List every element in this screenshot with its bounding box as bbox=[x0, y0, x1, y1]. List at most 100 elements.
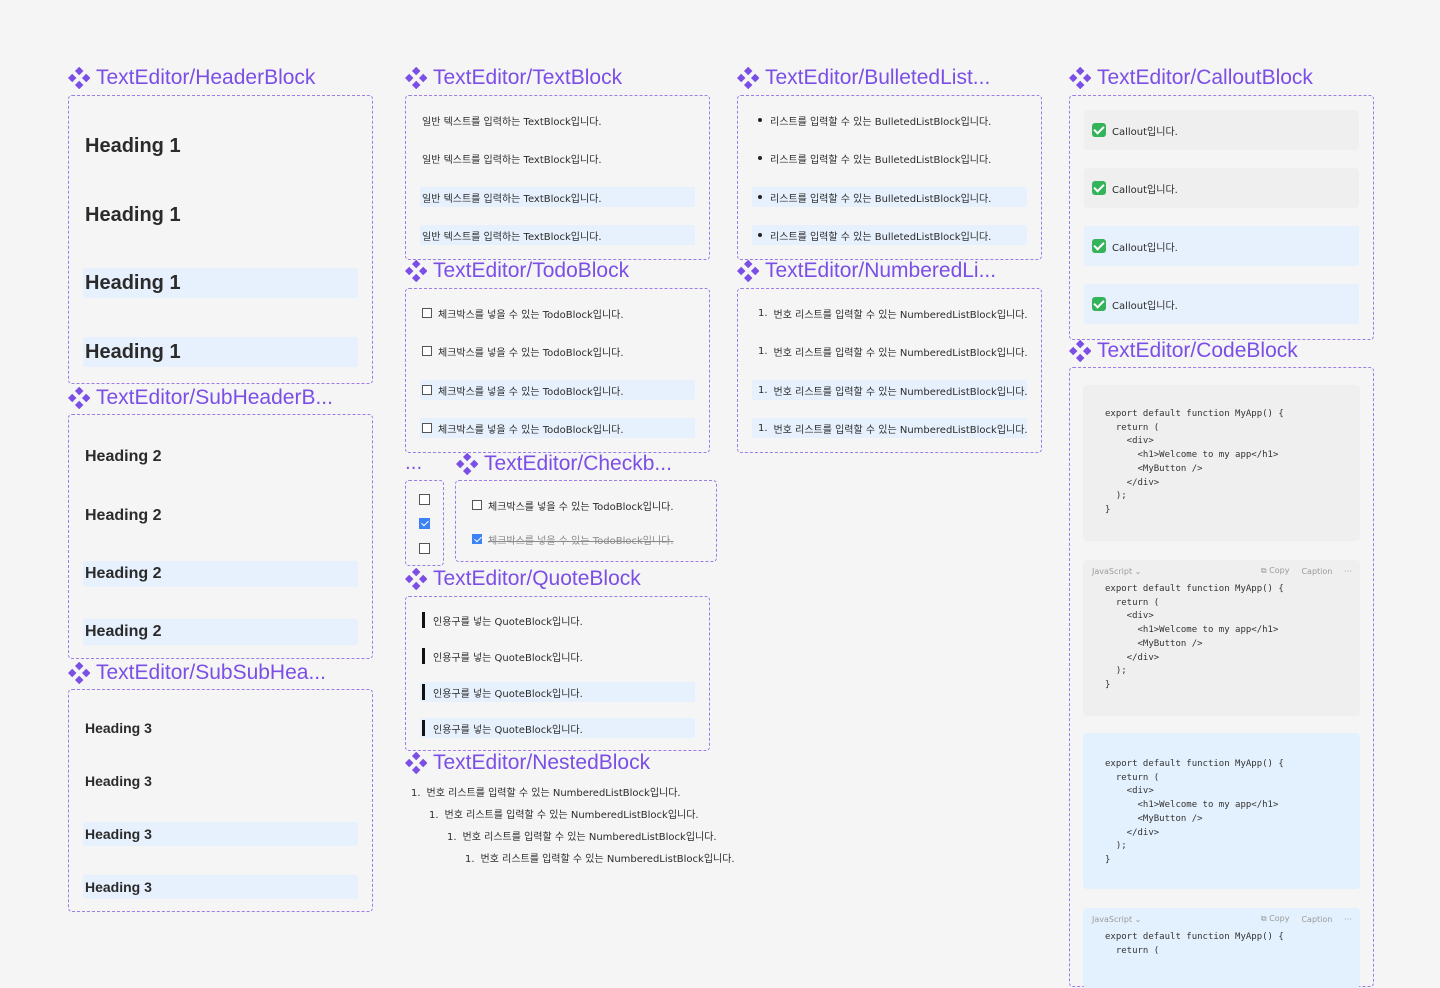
checkbox-variants-frame bbox=[405, 480, 444, 566]
code-content: export default function MyApp() { return… bbox=[1105, 932, 1284, 956]
header-block-title: TextEditor/HeaderBlock bbox=[68, 63, 368, 93]
quote-bar bbox=[422, 648, 425, 664]
code-block[interactable]: export default function MyApp() { return… bbox=[1083, 385, 1360, 541]
code-content: export default function MyApp() { return… bbox=[1105, 759, 1284, 865]
heading-1-row[interactable]: Heading 1 bbox=[83, 268, 358, 298]
code-content: export default function MyApp() { return… bbox=[1105, 409, 1284, 515]
check-mark-button-icon bbox=[1092, 239, 1106, 253]
callout-row[interactable]: Callout입니다. bbox=[1084, 110, 1359, 150]
component-diamond-icon bbox=[68, 662, 90, 684]
code-content: export default function MyApp() { return… bbox=[1105, 584, 1284, 690]
callout-block-title: TextEditor/CalloutBlock bbox=[1069, 63, 1369, 93]
callout-row[interactable]: ⠿Callout입니다. bbox=[1084, 284, 1359, 324]
checkbox-icon[interactable] bbox=[422, 346, 432, 356]
heading-3-row[interactable]: Heading 3 bbox=[83, 822, 358, 846]
callout-row[interactable]: ⠿Callout입니다. bbox=[1084, 168, 1359, 208]
bulleted-row[interactable]: 리스트를 입력할 수 있는 BulletedListBlock입니다. bbox=[752, 187, 1027, 207]
subsubheader-block-title: TextEditor/SubSubHea... bbox=[68, 658, 368, 688]
component-diamond-icon bbox=[405, 67, 427, 89]
subheader-block-frame: Heading 2 ⠿Heading 2 Heading 2 ⠿Heading … bbox=[68, 414, 373, 659]
code-block-frame: export default function MyApp() { return… bbox=[1069, 367, 1374, 988]
code-block-with-toolbar[interactable]: JavaScript ⌄ ⧉ Copy Caption ··· export d… bbox=[1083, 560, 1360, 716]
checkbox-icon[interactable] bbox=[422, 385, 432, 395]
numbered-row[interactable]: 1. 번호 리스트를 입력할 수 있는 NumberedListBlock입니다. bbox=[752, 380, 1027, 400]
checkbox-icon[interactable] bbox=[422, 308, 432, 318]
component-diamond-icon bbox=[68, 67, 90, 89]
quote-row[interactable]: 인용구를 넣는 QuoteBlock입니다. bbox=[420, 682, 695, 702]
caption-button[interactable]: Caption bbox=[1301, 567, 1332, 576]
text-block-row[interactable]: 일반 텍스트를 입력하는 TextBlock입니다. bbox=[420, 187, 695, 207]
heading-3-row[interactable]: ⠿Heading 3 bbox=[83, 875, 358, 899]
subheader-block-title: TextEditor/SubHeaderB... bbox=[68, 383, 368, 413]
todo-block-title: TextEditor/TodoBlock bbox=[405, 256, 705, 286]
language-select[interactable]: JavaScript ⌄ bbox=[1092, 915, 1249, 924]
component-diamond-icon bbox=[1069, 67, 1091, 89]
copy-button[interactable]: ⧉ Copy bbox=[1261, 914, 1290, 924]
nested-block-title: TextEditor/NestedBlock bbox=[405, 748, 705, 778]
bulleted-list-frame: 리스트를 입력할 수 있는 BulletedListBlock입니다. ⠿리스트… bbox=[737, 95, 1042, 260]
code-toolbar: JavaScript ⌄ ⧉ Copy Caption ··· bbox=[1092, 912, 1352, 926]
checkbox-icon[interactable] bbox=[422, 423, 432, 433]
heading-3-row[interactable]: ⠿Heading 3 bbox=[83, 769, 358, 793]
numbered-row[interactable]: ⠿1.번호 리스트를 입력할 수 있는 NumberedListBlock입니다… bbox=[752, 418, 1027, 438]
more-icon[interactable]: ··· bbox=[1344, 915, 1352, 924]
numbered-row[interactable]: 1. 번호 리스트를 입력할 수 있는 NumberedListBlock입니다. bbox=[752, 303, 1027, 323]
todo-row[interactable]: ⠿체크박스를 넣을 수 있는 TodoBlock입니다. bbox=[420, 341, 695, 361]
todo-block-frame: 체크박스를 넣을 수 있는 TodoBlock입니다. ⠿체크박스를 넣을 수 … bbox=[405, 288, 710, 453]
nested-item-level-3[interactable]: 1. 번호 리스트를 입력할 수 있는 NumberedListBlock입니다. bbox=[447, 828, 717, 843]
subsubheader-block-frame: Heading 3 ⠿Heading 3 Heading 3 ⠿Heading … bbox=[68, 689, 373, 912]
language-select[interactable]: JavaScript ⌄ bbox=[1092, 567, 1249, 576]
numbered-list-frame: 1. 번호 리스트를 입력할 수 있는 NumberedListBlock입니다.… bbox=[737, 288, 1042, 453]
bullet-icon bbox=[758, 233, 762, 237]
text-block-row[interactable]: 일반 텍스트를 입력하는 TextBlock입니다. bbox=[420, 110, 695, 130]
checkbox-icon[interactable] bbox=[472, 500, 482, 510]
checkbox-row[interactable]: 체크박스를 넣을 수 있는 TodoBlock입니다. bbox=[470, 495, 702, 515]
quote-row[interactable]: ⠿인용구를 넣는 QuoteBlock입니다. bbox=[420, 718, 695, 738]
quote-bar bbox=[422, 612, 425, 628]
nested-item-level-2[interactable]: 1. 번호 리스트를 입력할 수 있는 NumberedListBlock입니다. bbox=[429, 806, 699, 821]
heading-3-row[interactable]: Heading 3 bbox=[83, 716, 358, 740]
checkbox-frame: 체크박스를 넣을 수 있는 TodoBlock입니다. 체크박스를 넣을 수 있… bbox=[455, 480, 717, 562]
quote-row[interactable]: ⠿인용구를 넣는 QuoteBlock입니다. bbox=[420, 646, 695, 666]
bullet-icon bbox=[758, 156, 762, 160]
quote-row[interactable]: 인용구를 넣는 QuoteBlock입니다. bbox=[420, 610, 695, 630]
numbered-row[interactable]: ⠿1.번호 리스트를 입력할 수 있는 NumberedListBlock입니다… bbox=[752, 341, 1027, 361]
check-mark-button-icon bbox=[1092, 123, 1106, 137]
caption-button[interactable]: Caption bbox=[1301, 915, 1332, 924]
text-block-row[interactable]: ⠿일반 텍스트를 입력하는 TextBlock입니다. bbox=[420, 225, 695, 245]
text-block-frame: 일반 텍스트를 입력하는 TextBlock입니다. ⠿일반 텍스트를 입력하는… bbox=[405, 95, 710, 260]
checkbox-title: TextEditor/Checkb... bbox=[456, 449, 716, 479]
truncated-title-ellipsis: ... bbox=[405, 453, 423, 474]
todo-row[interactable]: 체크박스를 넣을 수 있는 TodoBlock입니다. bbox=[420, 303, 695, 323]
text-block-row[interactable]: ⠿일반 텍스트를 입력하는 TextBlock입니다. bbox=[420, 148, 695, 168]
callout-row[interactable]: Callout입니다. bbox=[1084, 226, 1359, 266]
heading-1-row[interactable]: ⠿Heading 1 bbox=[83, 197, 358, 233]
checkbox-checked-icon[interactable] bbox=[472, 534, 482, 544]
heading-2-row[interactable]: ⠿Heading 2 bbox=[83, 503, 358, 529]
checkbox-row-checked[interactable]: 체크박스를 넣을 수 있는 TodoBlock입니다. bbox=[470, 529, 702, 549]
callout-block-frame: Callout입니다. ⠿Callout입니다. Callout입니다. ⠿Ca… bbox=[1069, 95, 1374, 340]
nested-item-level-1[interactable]: 1. 번호 리스트를 입력할 수 있는 NumberedListBlock입니다. bbox=[411, 784, 681, 799]
heading-2-row[interactable]: ⠿Heading 2 bbox=[83, 619, 358, 645]
heading-1-row[interactable]: ⠿Heading 1 bbox=[83, 337, 358, 367]
nested-item-level-4[interactable]: 1. 번호 리스트를 입력할 수 있는 NumberedListBlock입니다. bbox=[465, 850, 735, 865]
code-block-with-toolbar[interactable]: JavaScript ⌄ ⧉ Copy Caption ··· export d… bbox=[1083, 908, 1360, 988]
checkbox-icon[interactable] bbox=[419, 543, 430, 554]
todo-row[interactable]: 체크박스를 넣을 수 있는 TodoBlock입니다. bbox=[420, 380, 695, 400]
heading-1-row[interactable]: Heading 1 bbox=[83, 128, 358, 164]
component-diamond-icon bbox=[405, 568, 427, 590]
bulleted-row[interactable]: ⠿리스트를 입력할 수 있는 BulletedListBlock입니다. bbox=[752, 225, 1027, 245]
checkbox-icon[interactable] bbox=[419, 494, 430, 505]
bullet-icon bbox=[758, 118, 762, 122]
checkbox-checked-icon[interactable] bbox=[419, 518, 430, 529]
code-toolbar: JavaScript ⌄ ⧉ Copy Caption ··· bbox=[1092, 564, 1352, 578]
heading-2-row[interactable]: Heading 2 bbox=[83, 561, 358, 587]
bulleted-row[interactable]: ⠿리스트를 입력할 수 있는 BulletedListBlock입니다. bbox=[752, 148, 1027, 168]
bulleted-row[interactable]: 리스트를 입력할 수 있는 BulletedListBlock입니다. bbox=[752, 110, 1027, 130]
todo-row[interactable]: ⠿체크박스를 넣을 수 있는 TodoBlock입니다. bbox=[420, 418, 695, 438]
code-block[interactable]: export default function MyApp() { return… bbox=[1083, 733, 1360, 889]
copy-button[interactable]: ⧉ Copy bbox=[1261, 566, 1290, 576]
more-icon[interactable]: ··· bbox=[1344, 567, 1352, 576]
numbered-list-title: TextEditor/NumberedLi... bbox=[737, 256, 1037, 286]
heading-2-row[interactable]: Heading 2 bbox=[83, 444, 358, 470]
